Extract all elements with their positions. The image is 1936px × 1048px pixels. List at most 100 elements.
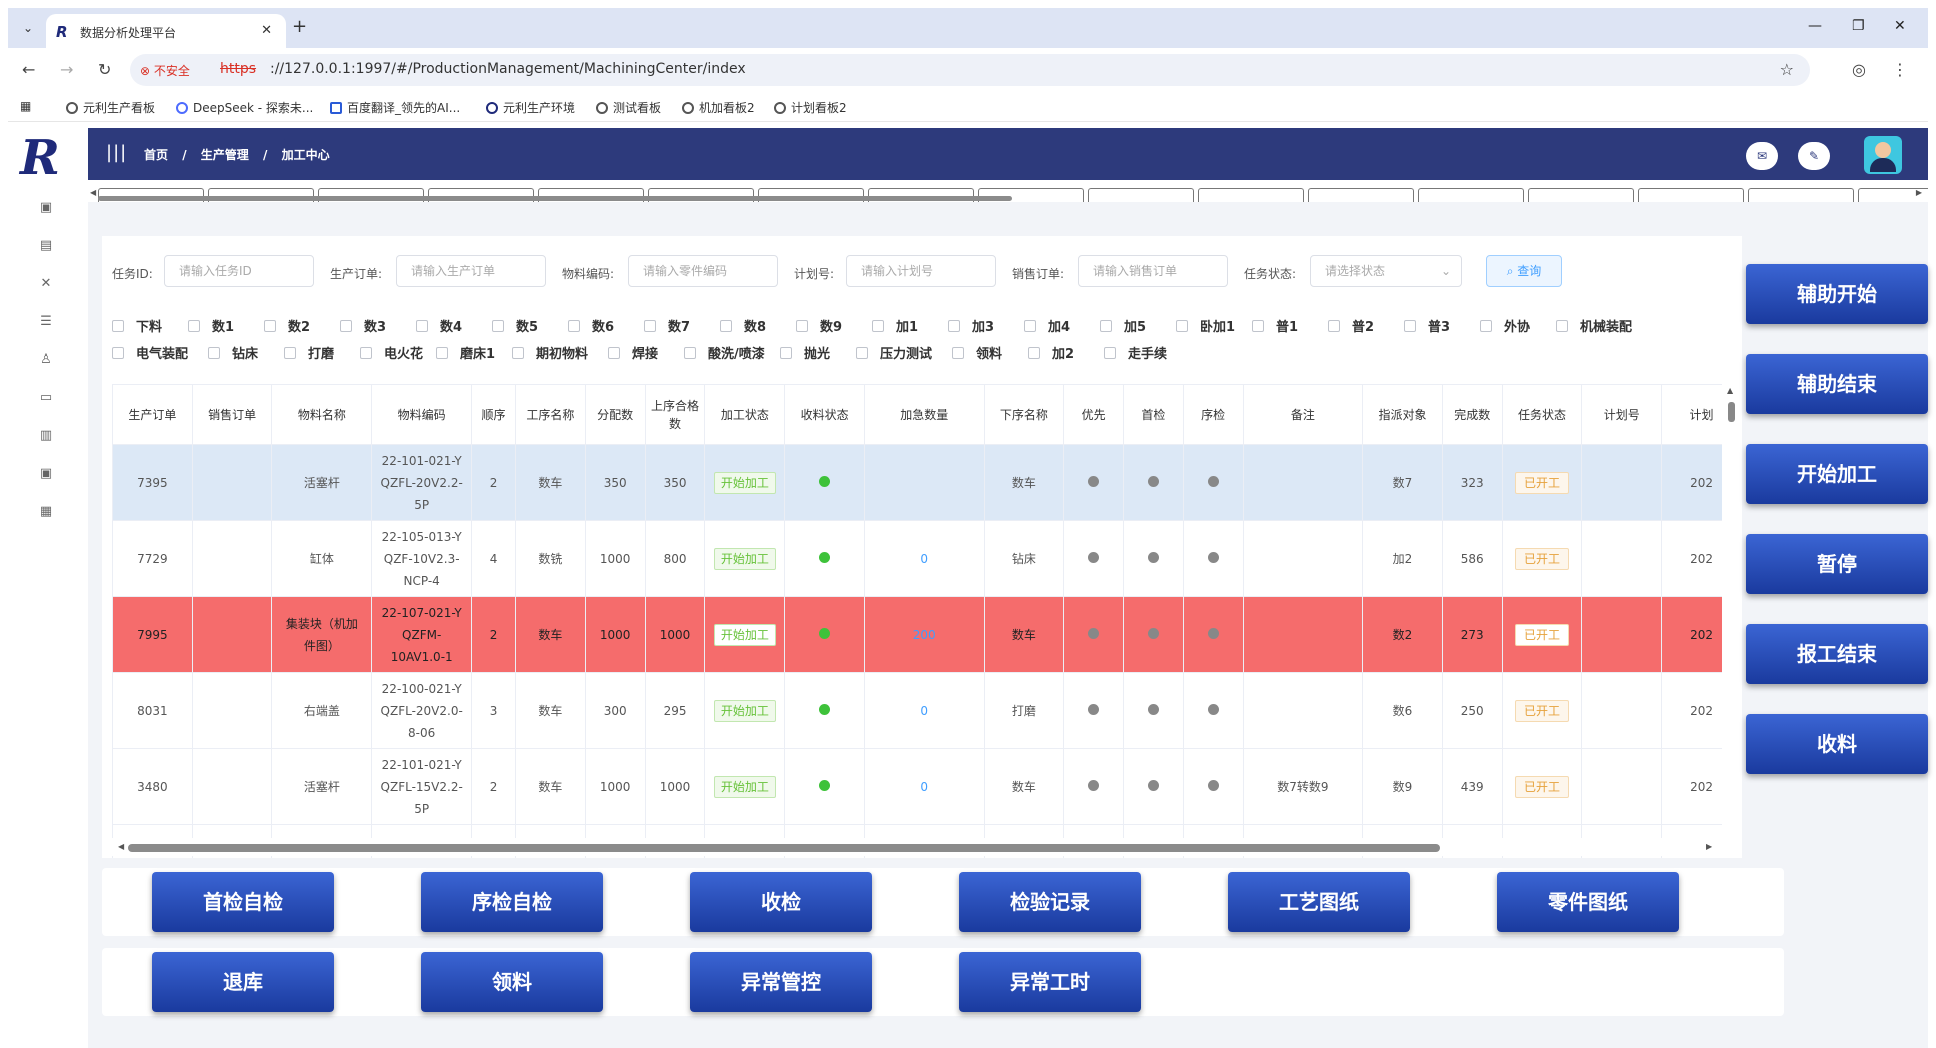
sidebar-monitor-icon[interactable]: ▣: [38, 200, 54, 216]
task-status-select[interactable]: 请选择状态 ⌄: [1310, 255, 1462, 287]
column-header[interactable]: 物料名称: [271, 384, 373, 445]
table-row[interactable]: 7395 活塞杆 22-101-021-Y QZFL-20V2.2-5P 2 数车 350…: [112, 444, 1742, 521]
new-tab-plus-icon[interactable]: +: [292, 16, 307, 37]
process-checkbox[interactable]: 钻床: [208, 343, 258, 362]
forward-arrow-icon[interactable]: →: [60, 60, 73, 79]
checkbox-box[interactable]: [1404, 320, 1416, 332]
scroll-right-icon[interactable]: ▶: [1706, 842, 1712, 851]
process-checkbox[interactable]: 数4: [416, 316, 462, 335]
column-header[interactable]: 下序名称: [983, 384, 1065, 445]
checkbox-box[interactable]: [948, 320, 960, 332]
table-row[interactable]: 3480 活塞杆 22-101-021-Y QZFL-15V2.2-5P 2 数车 100…: [112, 748, 1742, 825]
sidebar-tools-icon[interactable]: ✕: [38, 276, 54, 292]
process-checkbox[interactable]: 普1: [1252, 316, 1298, 335]
checkbox-box[interactable]: [436, 347, 448, 359]
tab-close-icon[interactable]: ✕: [261, 23, 272, 38]
checkbox-box[interactable]: [512, 347, 524, 359]
checkbox-box[interactable]: [188, 320, 200, 332]
process-checkbox[interactable]: 数8: [720, 316, 766, 335]
apps-grid-icon[interactable]: ▦: [20, 99, 31, 113]
process-checkbox[interactable]: 压力测试: [856, 343, 932, 362]
bookmark-star-icon[interactable]: ☆: [1780, 60, 1794, 79]
tags-view-item[interactable]: [1198, 188, 1304, 202]
checkbox-box[interactable]: [1252, 320, 1264, 332]
column-header[interactable]: 任务状态: [1501, 384, 1583, 445]
tags-scrollbar[interactable]: [98, 196, 1012, 201]
avatar[interactable]: [1864, 136, 1902, 174]
process-checkbox[interactable]: 酸洗/喷漆: [684, 343, 765, 362]
back-arrow-icon[interactable]: ←: [22, 60, 35, 79]
bookmark-item[interactable]: 计划看板2: [774, 99, 847, 116]
column-header[interactable]: 顺序: [471, 384, 516, 445]
checkbox-box[interactable]: [360, 347, 372, 359]
process-checkbox[interactable]: 普3: [1404, 316, 1450, 335]
process-checkbox[interactable]: 加1: [872, 316, 918, 335]
checkbox-box[interactable]: [856, 347, 868, 359]
checkbox-box[interactable]: [1176, 320, 1188, 332]
checkbox-box[interactable]: [1028, 347, 1040, 359]
sales-order-input[interactable]: 请输入销售订单: [1078, 255, 1228, 287]
process-checkbox[interactable]: 下料: [112, 316, 162, 335]
urgent-qty-link[interactable]: 0: [920, 704, 928, 718]
table-row[interactable]: 8031 右端盖 22-100-021-Y QZFL-20V2.0-8-06 3 数车 3…: [112, 672, 1742, 749]
scroll-left-icon[interactable]: ◀: [118, 842, 124, 851]
insecure-warning[interactable]: ⊗ 不安全: [140, 62, 190, 79]
checkbox-box[interactable]: [1024, 320, 1036, 332]
column-header[interactable]: 完成数: [1441, 384, 1503, 445]
checkbox-box[interactable]: [1100, 320, 1112, 332]
column-header[interactable]: 销售订单: [191, 384, 273, 445]
minimize-icon[interactable]: —: [1808, 18, 1822, 34]
tags-view-item[interactable]: [1638, 188, 1744, 202]
urgent-qty-link[interactable]: 0: [920, 780, 928, 794]
process-checkbox[interactable]: 焊接: [608, 343, 658, 362]
sidebar-printer-icon[interactable]: ▭: [38, 390, 54, 406]
checkbox-box[interactable]: [568, 320, 580, 332]
bottom-action-button[interactable]: 零件图纸: [1497, 872, 1679, 932]
side-action-button[interactable]: 辅助开始: [1746, 264, 1928, 324]
process-checkbox[interactable]: 期初物料: [512, 343, 588, 362]
process-checkbox[interactable]: 数6: [568, 316, 614, 335]
process-checkbox[interactable]: 数7: [644, 316, 690, 335]
checkbox-box[interactable]: [720, 320, 732, 332]
bottom-action-button[interactable]: 异常管控: [690, 952, 872, 1012]
side-action-button[interactable]: 开始加工: [1746, 444, 1928, 504]
bottom-action-button[interactable]: 工艺图纸: [1228, 872, 1410, 932]
sidebar-screen-icon[interactable]: ▣: [38, 466, 54, 482]
process-checkbox[interactable]: 数2: [264, 316, 310, 335]
reload-icon[interactable]: ↻: [98, 60, 111, 79]
column-header[interactable]: 序检: [1182, 384, 1244, 445]
side-action-button[interactable]: 暂停: [1746, 534, 1928, 594]
bottom-action-button[interactable]: 退库: [152, 952, 334, 1012]
checkbox-box[interactable]: [112, 347, 124, 359]
process-checkbox[interactable]: 外协: [1480, 316, 1530, 335]
process-checkbox[interactable]: 打磨: [284, 343, 334, 362]
checkbox-box[interactable]: [952, 347, 964, 359]
edit-icon[interactable]: ✎: [1798, 142, 1830, 170]
tags-view-item[interactable]: [1418, 188, 1524, 202]
checkbox-box[interactable]: [284, 347, 296, 359]
table-row[interactable]: 7995 集装块（机加件图） 22-107-021-Y QZFM-10AV1.0-1…: [112, 596, 1742, 673]
browser-tab[interactable]: R 数据分析处理平台 ✕: [46, 14, 286, 48]
horizontal-scroll-thumb[interactable]: [128, 844, 1440, 852]
column-header[interactable]: 备注: [1242, 384, 1364, 445]
column-header[interactable]: 首检: [1123, 384, 1184, 445]
plan-no-input[interactable]: 请输入计划号: [846, 255, 996, 287]
column-header[interactable]: 计划号: [1581, 384, 1663, 445]
tags-view-item[interactable]: [1088, 188, 1194, 202]
checkbox-box[interactable]: [492, 320, 504, 332]
sidebar-document-icon[interactable]: ▤: [38, 238, 54, 254]
checkbox-box[interactable]: [340, 320, 352, 332]
process-checkbox[interactable]: 加4: [1024, 316, 1070, 335]
table-vertical-scrollbar[interactable]: ▲ ▼: [1722, 384, 1742, 858]
sidebar-user-icon[interactable]: ♙: [38, 352, 54, 368]
bookmark-item[interactable]: 测试看板: [596, 99, 661, 116]
process-checkbox[interactable]: 电火花: [360, 343, 423, 362]
sidebar-list-icon[interactable]: ☰: [38, 314, 54, 330]
bookmark-item[interactable]: 元利生产环境: [486, 99, 575, 116]
breadcrumb-production[interactable]: 生产管理: [201, 148, 249, 162]
checkbox-box[interactable]: [1556, 320, 1568, 332]
checkbox-box[interactable]: [416, 320, 428, 332]
tags-view-item[interactable]: [1748, 188, 1854, 202]
bookmark-item[interactable]: 元利生产看板: [66, 99, 155, 116]
material-code-input[interactable]: 请输入零件编码: [628, 255, 778, 287]
